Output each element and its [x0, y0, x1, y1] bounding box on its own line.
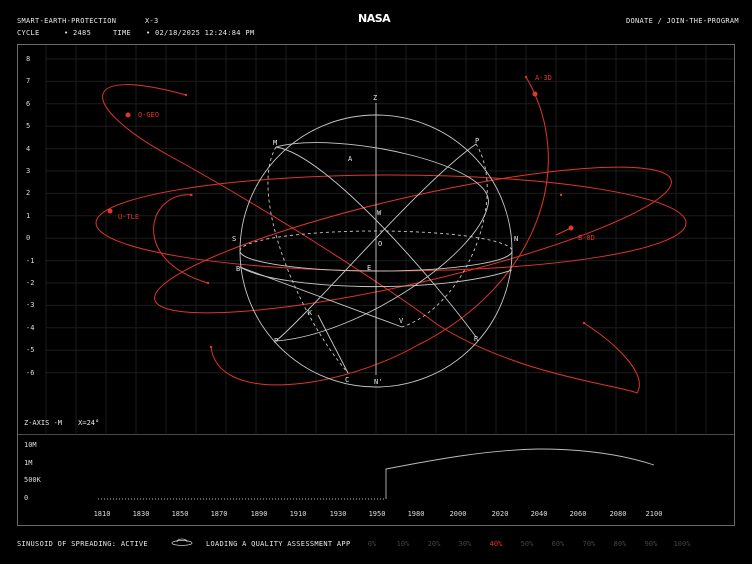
axis-info-label: Z-AXIS -M: [24, 419, 62, 427]
timeline-year-label: 1890: [250, 510, 268, 518]
globe-line-bv: [239, 266, 403, 328]
globe-label-v: V: [399, 317, 404, 325]
cycle-value: • 2485: [64, 29, 92, 37]
nasa-logo[interactable]: NASA: [358, 12, 391, 25]
orbit-path-lower: [153, 194, 209, 284]
globe-meridian-m-back: [267, 146, 349, 374]
donate-link[interactable]: DONATE: [626, 17, 653, 25]
globe-label-s: S: [232, 235, 236, 243]
orbit-endpoint: [559, 193, 563, 197]
progress-step: 100%: [673, 540, 691, 548]
globe-label-c: C: [345, 376, 349, 384]
timeline-year-label: 1950: [368, 510, 386, 518]
orbit-label-u-tle: U-TLE: [118, 213, 139, 221]
globe-label-e: E: [367, 264, 371, 272]
globe-label-k: K: [308, 309, 313, 317]
timeline-year-label: 1910: [289, 510, 307, 518]
status-text: SINUSOID OF SPREADING: ACTIVE: [17, 540, 148, 548]
orbit-endpoint: [524, 75, 528, 79]
globe-label-m: M: [273, 139, 277, 147]
timeline-year-label: 2060: [569, 510, 587, 518]
progress-step: 70%: [582, 540, 596, 548]
orbit-endpoint: [582, 321, 586, 325]
timeline-year-label: 2040: [530, 510, 548, 518]
app-title: SMART-EARTH-PROTECTION: [17, 17, 117, 25]
globe-label-b: B: [236, 265, 240, 273]
orbit-label-a-3d: A-3D: [535, 74, 552, 82]
globe-label-z: Z: [373, 94, 377, 102]
timeline-year-label: 2080: [609, 510, 627, 518]
nav-separator: /: [657, 17, 663, 25]
ufo-icon: [171, 538, 193, 546]
timeline-year-label: 1810: [93, 510, 111, 518]
progress-step: 10%: [396, 540, 410, 548]
orbit-path-b-0d: [154, 166, 672, 314]
timeline-year-label: 1980: [407, 510, 425, 518]
globe-label-r: R: [474, 335, 479, 343]
timeline-growth-line: [385, 448, 655, 499]
time-value: • 02/18/2025 12:24:84 PM: [146, 29, 255, 37]
globe-label-p-top: P: [475, 137, 479, 145]
timeline-year-label: 1830: [132, 510, 150, 518]
progress-step: 30%: [458, 540, 472, 548]
header-nav: DONATE / JOIN-THE-PROGRAM: [626, 17, 739, 25]
satellite-marker-a-3d: [532, 91, 538, 97]
timeline-year-label: 1930: [329, 510, 347, 518]
timeline-year-label: 2020: [491, 510, 509, 518]
loading-text: LOADING A QUALITY ASSESSMENT APP: [206, 540, 351, 548]
axis-info: Z-AXIS -M X=24°: [24, 419, 99, 427]
globe-meridian-p-back: [401, 143, 488, 328]
timeline-year-label: 2000: [449, 510, 467, 518]
globe-label-p-bottom: P: [274, 337, 278, 345]
orbit-endpoint: [189, 193, 193, 197]
globe-label-o: O: [378, 240, 382, 248]
globe-label-n-prime: N': [374, 378, 382, 386]
satellite-marker-u-tle: [107, 208, 113, 214]
progress-step: 80%: [613, 540, 627, 548]
timeline-year-label: 1850: [171, 510, 189, 518]
orbit-endpoint: [206, 281, 210, 285]
join-program-link[interactable]: JOIN-THE-PROGRAM: [667, 17, 739, 25]
timeline-chart: [98, 448, 655, 500]
orbit-endpoint: [209, 345, 213, 349]
satellite-marker-q-geo: [125, 112, 131, 118]
orbit-tail-b-0d: [555, 227, 572, 236]
progress-step: 0%: [367, 540, 377, 548]
axis-info-value: X=24°: [78, 419, 100, 427]
globe-label-n: N: [514, 235, 518, 243]
orbit-label-q-geo: Q-GEO: [138, 111, 159, 119]
progress-step: 20%: [427, 540, 441, 548]
visualization-frame: 8 7 6 5 4 3 2 1 0 -1 -2 -3 -4 -5 -6 Z M …: [17, 44, 735, 526]
orbit-label-b-0d: B-0D: [578, 234, 595, 242]
timeline-year-label: 2100: [645, 510, 663, 518]
progress-step: 60%: [551, 540, 565, 548]
globe-label-a: A: [348, 155, 353, 163]
orbit-endpoint: [184, 93, 188, 97]
globe-label-w: W: [377, 209, 382, 217]
time-label: TIME: [113, 29, 132, 37]
progress-step: 40%: [489, 540, 503, 548]
cycle-label: CYCLE: [17, 29, 40, 37]
orbit-path-a-3d: [210, 76, 549, 386]
progress-step: 50%: [520, 540, 534, 548]
orbit-path-q-geo: [102, 84, 640, 394]
unit-code: X-3: [145, 17, 159, 25]
progress-step: 90%: [644, 540, 658, 548]
timeline-year-label: 1870: [210, 510, 228, 518]
